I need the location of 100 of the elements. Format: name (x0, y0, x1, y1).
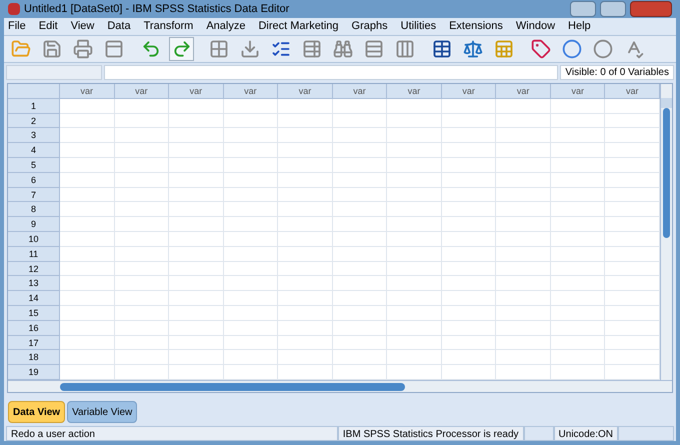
table-cell[interactable] (332, 350, 388, 366)
table-cell[interactable] (332, 320, 388, 336)
table-cell[interactable] (60, 114, 115, 128)
table-cell[interactable] (224, 350, 278, 366)
table-cell[interactable] (169, 336, 224, 350)
table-cell[interactable] (224, 262, 278, 276)
table-cell[interactable] (442, 114, 496, 128)
menu-item[interactable]: Transform (144, 18, 194, 35)
table-cell[interactable] (60, 291, 115, 306)
toolbar-button[interactable] (169, 36, 194, 61)
table-cell[interactable] (496, 320, 551, 336)
column-header[interactable]: var (60, 84, 115, 99)
table-cell[interactable] (169, 114, 224, 128)
table-cell[interactable] (60, 246, 115, 262)
table-cell[interactable] (278, 320, 333, 336)
column-header[interactable]: var (442, 84, 496, 99)
row-header[interactable]: 4 (8, 143, 60, 158)
table-cell[interactable] (332, 246, 388, 262)
table-cell[interactable] (278, 188, 333, 202)
column-header[interactable]: var (169, 84, 224, 99)
table-cell[interactable] (114, 232, 170, 247)
table-cell[interactable] (550, 320, 606, 336)
view-tab[interactable]: Data View (8, 401, 66, 423)
table-cell[interactable] (278, 306, 333, 321)
table-cell[interactable] (332, 217, 388, 232)
table-cell[interactable] (114, 291, 170, 306)
table-cell[interactable] (496, 306, 551, 321)
table-cell[interactable] (278, 291, 333, 306)
minimize-button[interactable] (570, 0, 596, 17)
table-cell[interactable] (278, 336, 333, 350)
row-header[interactable]: 17 (8, 336, 60, 350)
table-cell[interactable] (60, 202, 115, 218)
table-cell[interactable] (550, 232, 606, 247)
table-cell[interactable] (169, 232, 224, 247)
table-cell[interactable] (278, 217, 333, 232)
table-cell[interactable] (387, 217, 442, 232)
table-cell[interactable] (114, 188, 170, 202)
table-cell[interactable] (169, 172, 224, 188)
table-cell[interactable] (278, 158, 333, 173)
table-cell[interactable] (169, 246, 224, 262)
table-cell[interactable] (169, 128, 224, 144)
table-cell[interactable] (550, 172, 606, 188)
table-cell[interactable] (332, 306, 388, 321)
table-cell[interactable] (442, 143, 496, 158)
table-cell[interactable] (224, 276, 278, 292)
table-cell[interactable] (387, 128, 442, 144)
table-cell[interactable] (224, 291, 278, 306)
table-cell[interactable] (114, 158, 170, 173)
row-header[interactable]: 12 (8, 262, 60, 276)
table-cell[interactable] (278, 202, 333, 218)
table-cell[interactable] (60, 350, 115, 366)
table-cell[interactable] (169, 188, 224, 202)
table-cell[interactable] (332, 276, 388, 292)
table-cell[interactable] (550, 98, 606, 114)
table-cell[interactable] (60, 172, 115, 188)
table-cell[interactable] (332, 202, 388, 218)
table-cell[interactable] (387, 98, 442, 114)
table-cell[interactable] (550, 202, 606, 218)
table-cell[interactable] (278, 143, 333, 158)
column-header[interactable]: var (605, 84, 660, 99)
table-cell[interactable] (442, 232, 496, 247)
table-cell[interactable] (114, 262, 170, 276)
table-cell[interactable] (278, 262, 333, 276)
table-cell[interactable] (60, 98, 115, 114)
row-header[interactable]: 10 (8, 232, 60, 247)
table-cell[interactable] (169, 217, 224, 232)
table-cell[interactable] (442, 217, 496, 232)
menu-item[interactable]: View (70, 18, 94, 35)
row-header[interactable]: 19 (8, 365, 60, 380)
row-header[interactable]: 9 (8, 217, 60, 232)
table-cell[interactable] (169, 143, 224, 158)
row-header[interactable]: 16 (8, 320, 60, 336)
table-cell[interactable] (496, 202, 551, 218)
table-cell[interactable] (387, 291, 442, 306)
column-header[interactable]: var (114, 84, 170, 99)
table-cell[interactable] (114, 114, 170, 128)
table-cell[interactable] (114, 246, 170, 262)
table-cell[interactable] (496, 98, 551, 114)
table-cell[interactable] (387, 232, 442, 247)
table-cell[interactable] (224, 128, 278, 144)
column-header[interactable]: var (550, 84, 606, 99)
table-cell[interactable] (550, 276, 606, 292)
table-cell[interactable] (442, 350, 496, 366)
table-cell[interactable] (332, 172, 388, 188)
table-cell[interactable] (169, 350, 224, 366)
table-cell[interactable] (224, 202, 278, 218)
table-cell[interactable] (387, 306, 442, 321)
menu-item[interactable]: Window (516, 18, 556, 35)
table-cell[interactable] (60, 158, 115, 173)
table-cell[interactable] (387, 158, 442, 173)
table-cell[interactable] (550, 262, 606, 276)
column-header[interactable]: var (278, 84, 333, 99)
table-cell[interactable] (496, 114, 551, 128)
row-header[interactable]: 8 (8, 202, 60, 218)
table-cell[interactable] (442, 202, 496, 218)
table-cell[interactable] (169, 98, 224, 114)
table-cell[interactable] (114, 350, 170, 366)
cell-name-field[interactable] (6, 64, 102, 80)
table-cell[interactable] (550, 128, 606, 144)
column-header[interactable]: var (332, 84, 388, 99)
